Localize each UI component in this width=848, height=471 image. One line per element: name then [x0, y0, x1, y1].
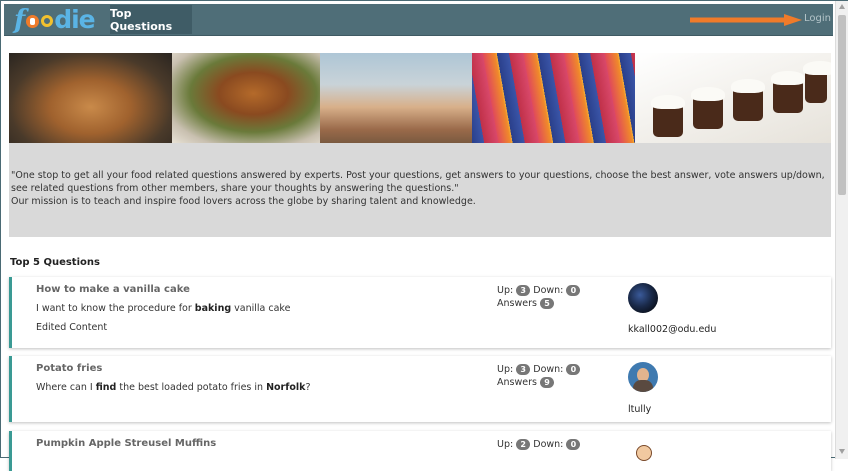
chocolate-mousse-cups-image [635, 53, 831, 143]
username: ltully [628, 404, 652, 415]
login-link[interactable]: Login [804, 13, 831, 24]
avatar [628, 362, 658, 392]
mission-statement: "One stop to get all your food related q… [9, 143, 831, 237]
avatar [628, 283, 658, 313]
question-card: Pumpkin Apple Streusel Muffins Up: 2 Dow… [9, 431, 831, 471]
down-count-badge[interactable]: 0 [566, 439, 581, 450]
scroll-up-arrow-icon[interactable] [839, 4, 845, 9]
tab-top-questions[interactable]: Top Questions [110, 5, 192, 34]
arrow-annotation-icon [690, 14, 802, 26]
up-count-badge[interactable]: 3 [516, 285, 531, 296]
question-body: I want to know the procedure for baking … [36, 303, 291, 314]
mission-quote: "One stop to get all your food related q… [11, 170, 825, 194]
section-title: Top 5 Questions [10, 257, 100, 268]
up-count-badge[interactable]: 3 [516, 364, 531, 375]
banner-images [9, 53, 831, 143]
question-title[interactable]: How to make a vanilla cake [36, 284, 190, 295]
glazed-pork-chop-image [172, 53, 320, 143]
berries-image [472, 53, 635, 143]
logo[interactable]: f die [14, 5, 96, 35]
username: kkall002@odu.edu [628, 324, 717, 335]
up-count-badge[interactable]: 2 [516, 439, 531, 450]
scrollbar[interactable] [835, 1, 848, 459]
navbar: f die Top Questions Login [4, 4, 833, 36]
question-card: How to make a vanilla cake I want to kno… [9, 277, 831, 348]
dessert-table-image [320, 53, 472, 143]
scroll-thumb[interactable] [838, 15, 846, 195]
magnifier-icon [41, 15, 54, 27]
down-count-badge[interactable]: 0 [566, 364, 581, 375]
roast-chicken-image [9, 53, 172, 143]
vote-counts: Up: 3 Down: 0 Answers 9 [497, 363, 581, 389]
vote-counts: Up: 3 Down: 0 Answers 5 [497, 284, 581, 310]
avatar [628, 437, 658, 467]
down-count-badge[interactable]: 0 [566, 285, 581, 296]
mission-text: Our mission is to teach and inspire food… [11, 196, 476, 207]
chef-hat-icon [26, 14, 40, 28]
answers-count-badge: 9 [539, 377, 554, 388]
question-title[interactable]: Pumpkin Apple Streusel Muffins [36, 438, 216, 449]
edited-note: Edited Content [36, 322, 108, 333]
scroll-down-arrow-icon[interactable] [839, 449, 845, 454]
answers-count-badge: 5 [539, 298, 554, 309]
question-body: Where can I find the best loaded potato … [36, 382, 311, 393]
question-title[interactable]: Potato fries [36, 363, 102, 374]
question-card: Potato fries Where can I find the best l… [9, 356, 831, 422]
vote-counts: Up: 2 Down: 0 [497, 438, 581, 451]
